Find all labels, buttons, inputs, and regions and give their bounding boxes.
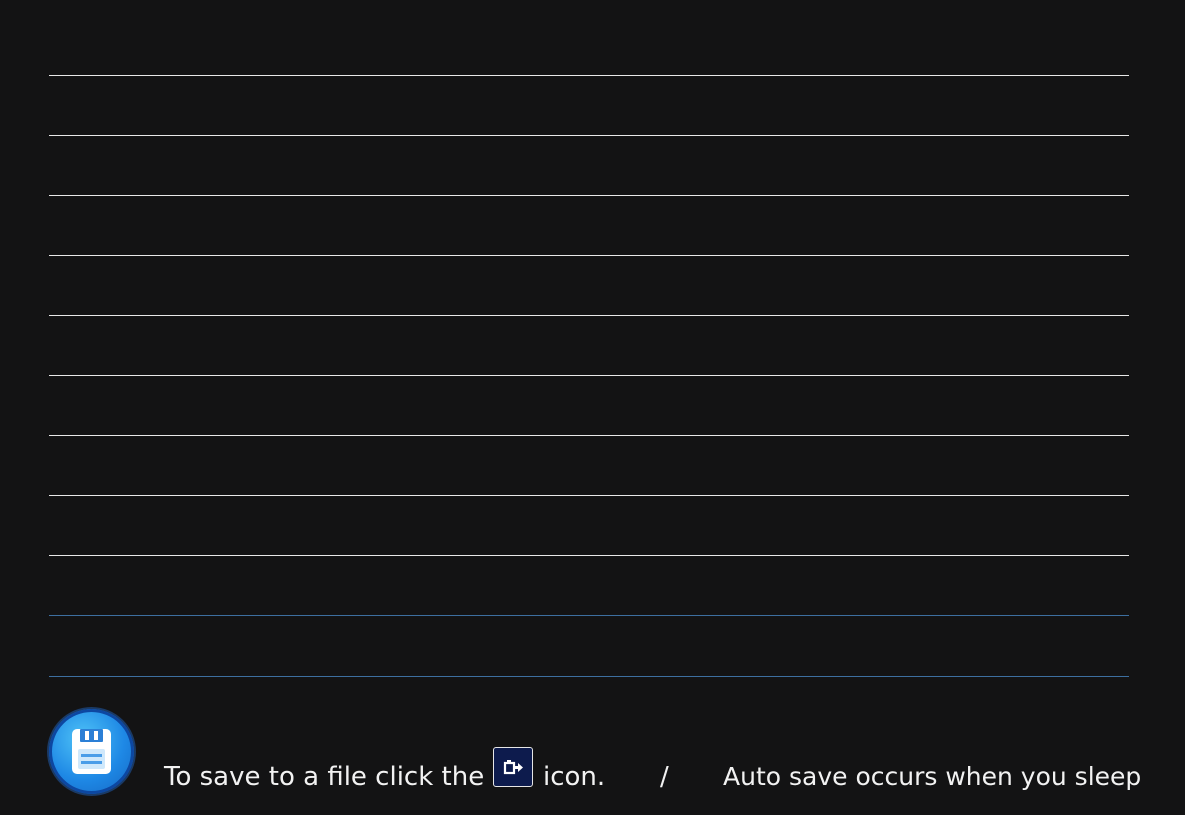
save-hint-suffix: icon. (543, 762, 606, 792)
note-line (49, 435, 1129, 436)
note-line (49, 75, 1129, 76)
note-line-active (49, 676, 1129, 677)
save-hint-text: To save to a file click the (164, 762, 485, 792)
note-line (49, 135, 1129, 136)
floppy-disk-icon[interactable] (49, 709, 134, 794)
export-to-file-icon (493, 747, 533, 787)
note-line (49, 375, 1129, 376)
note-line (49, 315, 1129, 316)
note-line (49, 195, 1129, 196)
note-line (49, 495, 1129, 496)
note-line-active (49, 615, 1129, 616)
auto-save-hint: Auto save occurs when you sleep (723, 762, 1142, 791)
note-line (49, 555, 1129, 556)
note-line (49, 255, 1129, 256)
lined-note-area[interactable] (49, 0, 1129, 700)
hint-separator: / (660, 762, 669, 792)
